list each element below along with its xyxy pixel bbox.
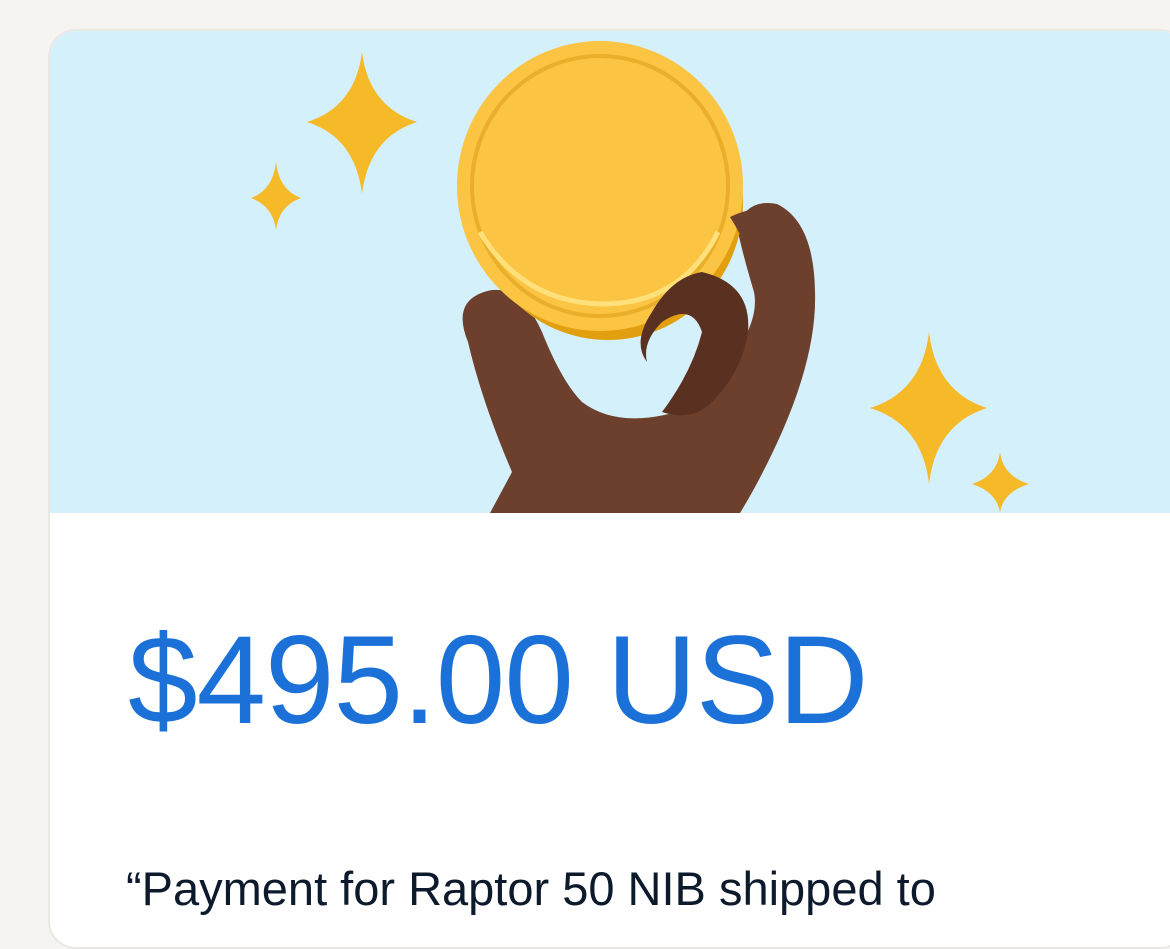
payment-amount: $495.00 USD	[128, 611, 868, 750]
sparkle-icon	[972, 452, 1029, 513]
payment-card: $495.00 USD “Payment for Raptor 50 NIB s…	[48, 29, 1170, 949]
hero-illustration	[50, 31, 1170, 513]
sparkle-icon	[870, 332, 987, 484]
hand-holding-coin-icon	[251, 41, 1029, 513]
sparkle-icon	[251, 162, 301, 230]
sparkle-icon	[307, 52, 417, 194]
payment-note: “Payment for Raptor 50 NIB shipped to	[126, 862, 936, 915]
